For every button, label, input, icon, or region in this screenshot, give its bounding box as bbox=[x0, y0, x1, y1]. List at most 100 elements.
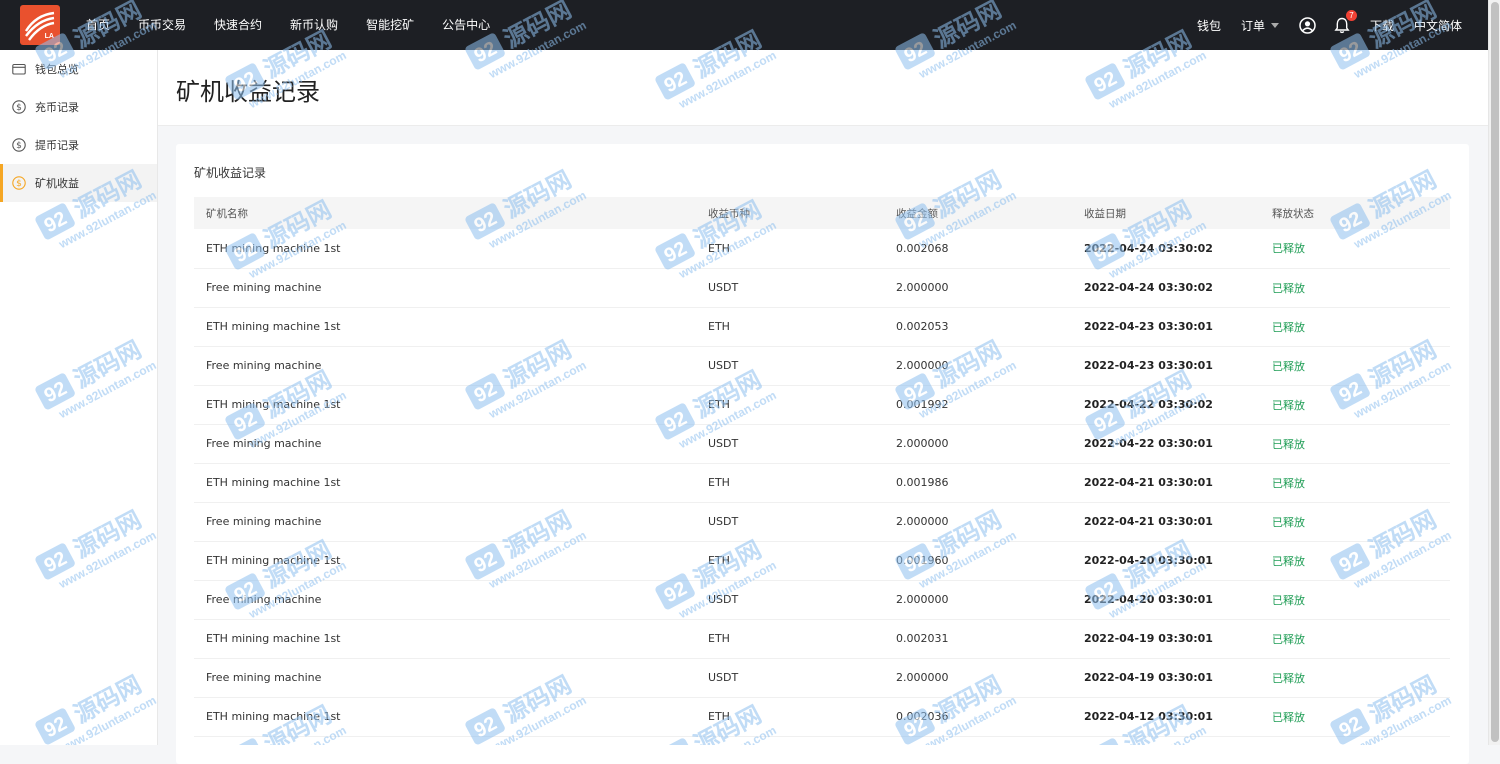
sidebar-item-label: 钱包总览 bbox=[35, 63, 79, 76]
column-header-machine-name: 矿机名称 bbox=[206, 207, 248, 220]
status-cell: 已释放 bbox=[1272, 359, 1305, 373]
page-scrollbar[interactable] bbox=[1488, 0, 1500, 745]
machine-name-cell: ETH mining machine 1st bbox=[206, 632, 341, 645]
nav-spot-trading[interactable]: 币币交易 bbox=[124, 0, 200, 50]
currency-cell: ETH bbox=[708, 398, 730, 411]
status-cell: 已释放 bbox=[1272, 593, 1305, 607]
currency-cell: ETH bbox=[708, 476, 730, 489]
logo[interactable]: LA bbox=[20, 5, 60, 45]
notification-badge: 7 bbox=[1345, 9, 1357, 21]
currency-cell: USDT bbox=[708, 671, 739, 684]
wallet-icon bbox=[12, 62, 26, 76]
date-cell: 2022-04-22 03:30:02 bbox=[1084, 398, 1213, 411]
status-cell: 已释放 bbox=[1272, 320, 1305, 334]
table-row: ETH mining machine 1st ETH 0.002036 2022-04… bbox=[194, 697, 1450, 736]
sidebar: 钱包总览 $ 充币记录 $ 提币记录 $ 矿机收益 bbox=[0, 50, 158, 745]
page-header: 矿机收益记录 bbox=[158, 50, 1488, 126]
amount-cell: 0.002068 bbox=[896, 241, 949, 255]
notifications-button[interactable]: 7 bbox=[1334, 9, 1357, 34]
amount-cell: 2.000000 bbox=[896, 671, 949, 684]
date-cell: 2022-04-24 03:30:02 bbox=[1084, 241, 1213, 255]
status-cell: 已释放 bbox=[1272, 242, 1305, 256]
nav-home[interactable]: 首页 bbox=[64, 0, 124, 50]
currency-cell: ETH bbox=[708, 632, 730, 645]
user-account-button[interactable] bbox=[1299, 16, 1316, 34]
orders-label: 订单 bbox=[1240, 18, 1265, 33]
table-row: Free mining machine USDT 2.000000 2022-04-2… bbox=[194, 268, 1450, 307]
machine-name-cell: Free mining machine bbox=[206, 281, 322, 294]
page-title: 矿机收益记录 bbox=[176, 78, 320, 106]
amount-cell: 0.002053 bbox=[896, 320, 949, 333]
status-cell: 已释放 bbox=[1272, 281, 1305, 295]
chevron-down-icon bbox=[1270, 22, 1279, 28]
card-title: 矿机收益记录 bbox=[194, 166, 267, 180]
nav-quick-contract[interactable]: 快速合约 bbox=[200, 0, 276, 50]
currency-cell: USDT bbox=[708, 281, 739, 294]
machine-name-cell: Free mining machine bbox=[206, 359, 322, 372]
machine-name-cell: ETH mining machine 1st bbox=[206, 320, 341, 333]
svg-text:$: $ bbox=[16, 179, 22, 189]
date-cell: 2022-04-23 03:30:01 bbox=[1084, 320, 1213, 333]
right-nav: 钱包 订单 7 下载 中文简体 bbox=[1197, 0, 1488, 50]
table-header-row: 矿机名称 收益币种 收益金额 收益日期 释放状态 bbox=[194, 197, 1450, 229]
date-cell: 2022-04-24 03:30:02 bbox=[1084, 281, 1213, 294]
wallet-link[interactable]: 钱包 bbox=[1197, 17, 1221, 34]
table-row: ETH mining machine 1st ETH 0.002068 2022-04… bbox=[194, 229, 1450, 268]
table-row: ETH mining machine 1st ETH 0.002031 2022-04… bbox=[194, 619, 1450, 658]
amount-cell: 0.001986 bbox=[896, 476, 949, 489]
machine-name-cell: ETH mining machine 1st bbox=[206, 710, 341, 723]
nav-new-coin-subscription[interactable]: 新币认购 bbox=[276, 0, 352, 50]
table-row: Free mining machine USDT 2.000000 2022-04-2… bbox=[194, 502, 1450, 541]
machine-name-cell: ETH mining machine 1st bbox=[206, 554, 341, 567]
scrollbar-thumb[interactable] bbox=[1491, 2, 1499, 742]
amount-cell: 0.001992 bbox=[896, 398, 949, 411]
date-cell: 2022-04-21 03:30:01 bbox=[1084, 515, 1213, 528]
table-body: ETH mining machine 1st ETH 0.002068 2022-04… bbox=[194, 229, 1450, 736]
amount-cell: 0.002036 bbox=[896, 710, 949, 723]
status-cell: 已释放 bbox=[1272, 671, 1305, 685]
sidebar-item-deposit-records[interactable]: $ 充币记录 bbox=[0, 88, 157, 126]
sidebar-item-label: 提币记录 bbox=[35, 139, 79, 152]
column-header-date: 收益日期 bbox=[1084, 207, 1126, 220]
column-header-currency: 收益币种 bbox=[708, 207, 750, 220]
records-card: 矿机收益记录 矿机名称 收益币种 收益金额 收益日期 释放状态 ETH mini… bbox=[176, 144, 1469, 764]
currency-cell: ETH bbox=[708, 241, 730, 255]
logo-icon bbox=[24, 11, 55, 41]
amount-cell: 2.000000 bbox=[896, 593, 949, 606]
date-cell: 2022-04-19 03:30:01 bbox=[1084, 671, 1213, 684]
amount-cell: 2.000000 bbox=[896, 359, 949, 372]
currency-cell: ETH bbox=[708, 710, 730, 723]
svg-text:$: $ bbox=[16, 103, 22, 113]
machine-name-cell: Free mining machine bbox=[206, 671, 322, 684]
table-row: ETH mining machine 1st ETH 0.001986 2022-04… bbox=[194, 463, 1450, 502]
dollar-circle-icon: $ bbox=[12, 176, 26, 190]
sidebar-item-mining-income[interactable]: $ 矿机收益 bbox=[0, 164, 157, 202]
dollar-circle-icon: $ bbox=[12, 100, 26, 114]
nav-smart-mining[interactable]: 智能挖矿 bbox=[352, 0, 428, 50]
orders-dropdown[interactable]: 订单 bbox=[1241, 17, 1279, 34]
download-link[interactable]: 下载 bbox=[1370, 17, 1394, 34]
nav-announcements[interactable]: 公告中心 bbox=[428, 0, 504, 50]
date-cell: 2022-04-22 03:30:01 bbox=[1084, 437, 1213, 450]
top-navbar: LA 首页 币币交易 快速合约 新币认购 智能挖矿 公告中心 钱包 订单 7 下… bbox=[0, 0, 1488, 50]
language-selector[interactable]: 中文简体 bbox=[1414, 17, 1462, 34]
date-cell: 2022-04-12 03:30:01 bbox=[1084, 710, 1213, 723]
user-icon bbox=[1299, 16, 1316, 34]
currency-cell: USDT bbox=[708, 359, 739, 372]
status-cell: 已释放 bbox=[1272, 398, 1305, 412]
table-row: Free mining machine USDT 2.000000 2022-04-2… bbox=[194, 424, 1450, 463]
machine-name-cell: Free mining machine bbox=[206, 515, 322, 528]
table-row: ETH mining machine 1st ETH 0.002053 2022-04… bbox=[194, 307, 1450, 346]
currency-cell: ETH bbox=[708, 554, 730, 567]
sidebar-item-wallet-overview[interactable]: 钱包总览 bbox=[0, 50, 157, 88]
date-cell: 2022-04-21 03:30:01 bbox=[1084, 476, 1213, 489]
dollar-circle-icon: $ bbox=[12, 138, 26, 152]
date-cell: 2022-04-20 03:30:01 bbox=[1084, 554, 1213, 567]
status-cell: 已释放 bbox=[1272, 437, 1305, 451]
status-cell: 已释放 bbox=[1272, 515, 1305, 529]
table-row: ETH mining machine 1st ETH 0.001992 2022-04… bbox=[194, 385, 1450, 424]
table-row: Free mining machine USDT 2.000000 2022-04-2… bbox=[194, 580, 1450, 619]
sidebar-item-withdrawal-records[interactable]: $ 提币记录 bbox=[0, 126, 157, 164]
currency-cell: ETH bbox=[708, 320, 730, 333]
status-cell: 已释放 bbox=[1272, 632, 1305, 646]
